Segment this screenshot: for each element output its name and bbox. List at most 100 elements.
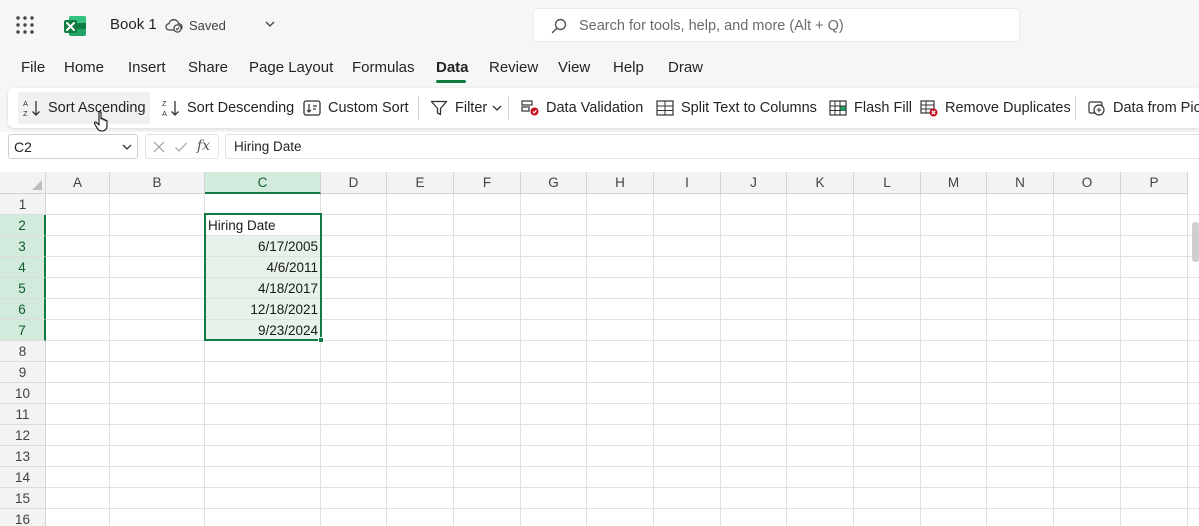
cell-c3[interactable]: 6/17/2005 [205,236,321,257]
tab-formulas[interactable]: Formulas [352,59,415,76]
sort-ascending-button[interactable]: A Z Sort Ascending [18,92,150,124]
gridline-horizontal [46,382,1199,383]
ribbon-separator [418,96,419,120]
flash-fill-label: Flash Fill [854,100,913,116]
row-header-5[interactable]: 5 [0,278,46,299]
row-header-10[interactable]: 10 [0,383,46,404]
formula-bar: C2 fx Hiring Date [0,132,1199,162]
column-header-h[interactable]: H [587,172,654,194]
chevron-down-icon [492,105,502,111]
column-header-d[interactable]: D [321,172,387,194]
checkmark-icon[interactable] [174,140,188,154]
tab-view[interactable]: View [558,59,590,76]
data-validation-button[interactable]: Data Validation [516,92,647,124]
row-header-2[interactable]: 2 [0,215,46,236]
gridline-horizontal [46,424,1199,425]
tab-page-layout[interactable]: Page Layout [249,59,333,76]
select-all-button[interactable] [0,172,46,194]
row-header-16[interactable]: 16 [0,509,46,526]
search-box[interactable]: Search for tools, help, and more (Alt + … [533,8,1020,42]
column-header-l[interactable]: L [854,172,921,194]
formula-controls: fx [145,134,219,159]
row-header-11[interactable]: 11 [0,404,46,425]
row-header-12[interactable]: 12 [0,425,46,446]
row-header-7[interactable]: 7 [0,320,46,341]
sort-descending-button[interactable]: Z A Sort Descending [157,92,298,124]
cell-c2[interactable]: Hiring Date [205,215,321,236]
gridline-vertical [1187,194,1188,526]
filter-button[interactable]: Filter [425,92,507,124]
row-header-13[interactable]: 13 [0,446,46,467]
column-header-k[interactable]: K [787,172,854,194]
column-header-f[interactable]: F [454,172,521,194]
gridline-vertical [920,194,921,526]
tab-review[interactable]: Review [489,59,538,76]
column-header-n[interactable]: N [987,172,1054,194]
column-header-g[interactable]: G [521,172,587,194]
cell-c4[interactable]: 4/6/2011 [205,257,321,278]
custom-sort-label: Custom Sort [328,100,409,116]
column-header-i[interactable]: I [654,172,721,194]
row-header-1[interactable]: 1 [0,194,46,215]
gridline-vertical [853,194,854,526]
filter-label: Filter [455,100,488,116]
column-header-e[interactable]: E [387,172,454,194]
tab-data[interactable]: Data [436,59,469,76]
remove-duplicates-icon [920,100,938,117]
sort-ascending-icon: A Z [23,99,40,118]
close-icon[interactable] [152,140,166,154]
gridline-vertical [386,194,387,526]
row-header-4[interactable]: 4 [0,257,46,278]
split-text-icon [656,100,674,116]
cloud-saved-icon [165,17,183,33]
cell-c7[interactable]: 9/23/2024 [205,320,321,341]
flash-fill-button[interactable]: Flash Fill [824,92,916,124]
data-validation-label: Data Validation [546,100,644,116]
tab-home[interactable]: Home [64,59,104,76]
row-header-9[interactable]: 9 [0,362,46,383]
tab-draw[interactable]: Draw [668,59,703,76]
column-header-o[interactable]: O [1054,172,1121,194]
split-text-to-columns-button[interactable]: Split Text to Columns [651,92,821,124]
cell-c6[interactable]: 12/18/2021 [205,299,321,320]
column-header-m[interactable]: M [921,172,987,194]
data-validation-icon [521,100,539,116]
formula-input[interactable]: Hiring Date [225,134,1199,159]
chevron-down-icon[interactable] [263,17,277,31]
remove-duplicates-label: Remove Duplicates [945,100,1071,116]
name-box-value: C2 [14,139,32,155]
column-header-c[interactable]: C [205,172,321,194]
gridline-vertical [720,194,721,526]
remove-duplicates-button[interactable]: Remove Duplicates [915,92,1075,124]
search-icon [550,17,568,35]
gridline-horizontal [46,361,1199,362]
row-header-8[interactable]: 8 [0,341,46,362]
tab-file[interactable]: File [21,59,45,76]
tab-share[interactable]: Share [188,59,228,76]
ribbon-separator [508,96,509,120]
column-header-b[interactable]: B [110,172,205,194]
tab-insert[interactable]: Insert [128,59,166,76]
excel-logo-icon[interactable] [62,13,88,39]
custom-sort-button[interactable]: Custom Sort [298,92,413,124]
row-header-14[interactable]: 14 [0,467,46,488]
tab-help[interactable]: Help [613,59,644,76]
column-header-a[interactable]: A [46,172,110,194]
gridline-vertical [453,194,454,526]
row-header-6[interactable]: 6 [0,299,46,320]
workbook-title[interactable]: Book 1 [110,16,157,33]
name-box[interactable]: C2 [8,134,138,159]
row-header-3[interactable]: 3 [0,236,46,257]
svg-text:A: A [23,99,28,108]
gridline-horizontal [46,466,1199,467]
cell-c5[interactable]: 4/18/2017 [205,278,321,299]
vertical-scrollbar[interactable] [1192,222,1199,262]
column-header-p[interactable]: P [1121,172,1188,194]
column-header-j[interactable]: J [721,172,787,194]
data-from-picture-button[interactable]: Data from Picture [1083,92,1199,124]
app-launcher-icon[interactable] [15,15,35,35]
insert-function-icon[interactable]: fx [197,138,210,154]
fill-handle[interactable] [318,337,324,343]
row-header-15[interactable]: 15 [0,488,46,509]
svg-text:Z: Z [162,99,167,108]
